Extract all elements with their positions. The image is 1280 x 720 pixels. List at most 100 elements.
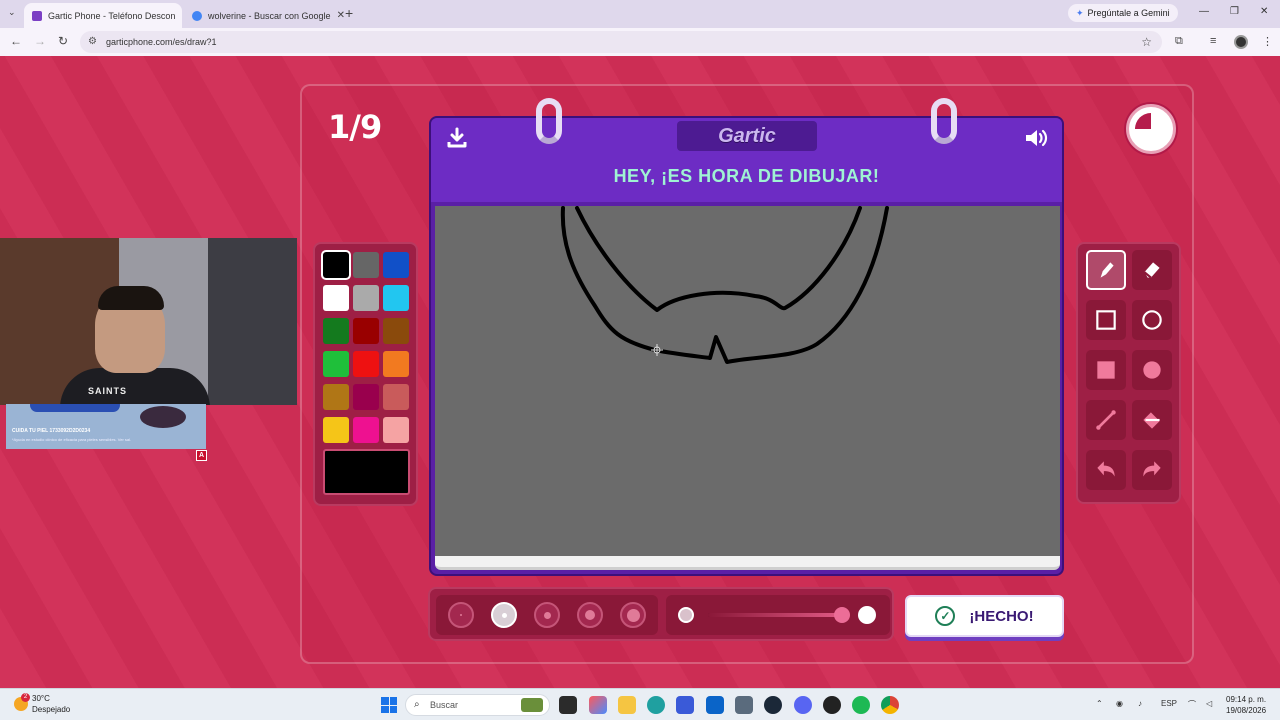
file-explorer-icon[interactable]	[618, 696, 636, 714]
browser-tab-bar: ⌄ Gartic Phone - Teléfono Descon ✕ wolve…	[0, 0, 1280, 28]
color-swatch[interactable]	[383, 351, 409, 377]
color-swatch[interactable]	[353, 318, 379, 344]
discord-icon[interactable]	[794, 696, 812, 714]
color-swatch[interactable]	[383, 417, 409, 443]
color-swatch[interactable]	[321, 250, 351, 280]
menu-kebab-icon[interactable]: ⋮	[1262, 35, 1273, 48]
weather-widget[interactable]: 2 30°C Despejado	[14, 693, 70, 715]
color-swatch[interactable]	[383, 318, 409, 344]
color-swatch[interactable]	[383, 384, 409, 410]
drawing-canvas[interactable]	[435, 206, 1060, 556]
eraser-icon[interactable]	[1132, 250, 1172, 290]
color-swatch[interactable]	[353, 252, 379, 278]
opacity-handle[interactable]	[834, 607, 850, 623]
timer-icon	[1126, 104, 1176, 154]
brush-size-group	[436, 595, 658, 635]
volume-icon[interactable]: ◁	[1206, 699, 1212, 708]
taskbar-search[interactable]: ⌕ Buscar	[405, 694, 550, 716]
profile-avatar[interactable]	[1234, 35, 1248, 49]
brush-size-3[interactable]	[534, 602, 560, 628]
headline: HEY, ¡ES HORA DE DIBUJAR!	[613, 166, 880, 186]
language-indicator[interactable]: ESP	[1161, 699, 1177, 708]
gartic-logo: Gartic	[677, 121, 817, 151]
minimize-icon[interactable]: —	[1199, 6, 1209, 17]
spotify-icon[interactable]	[852, 696, 870, 714]
color-swatch[interactable]	[323, 285, 349, 311]
opacity-fill	[708, 613, 842, 617]
done-button[interactable]: ✓ ¡HECHO!	[905, 595, 1064, 637]
site-info-icon[interactable]: ⚙	[88, 36, 97, 47]
line-icon[interactable]	[1086, 400, 1126, 440]
back-arrow-icon[interactable]: ←	[10, 34, 22, 48]
brush-size-2[interactable]	[491, 602, 517, 628]
tab-gartic[interactable]: Gartic Phone - Teléfono Descon ✕	[24, 3, 182, 28]
tab-search-chevron-icon[interactable]: ⌄	[8, 7, 16, 18]
brush-size-4[interactable]	[577, 602, 603, 628]
color-swatch[interactable]	[383, 285, 409, 311]
round-counter: 1/9	[328, 108, 382, 146]
edge-icon[interactable]	[647, 696, 665, 714]
tab-google[interactable]: wolverine - Buscar con Google ✕	[184, 3, 344, 28]
media-icon[interactable]: ≡	[1210, 35, 1216, 47]
done-label: ¡HECHO!	[969, 607, 1034, 625]
windows-taskbar: 2 30°C Despejado ⌕ Buscar ⌃ ◉ ♪ ESP ⌒ ◁ …	[0, 688, 1280, 720]
color-swatch[interactable]	[383, 252, 409, 278]
color-swatch[interactable]	[353, 285, 379, 311]
network-icon[interactable]: ◉	[1116, 699, 1123, 708]
brush-size-1[interactable]	[448, 602, 474, 628]
opacity-min-icon	[678, 607, 694, 623]
speaker-icon[interactable]	[1023, 126, 1049, 150]
reload-icon[interactable]: ↻	[58, 34, 68, 48]
redo-icon[interactable]	[1132, 450, 1172, 490]
forward-arrow-icon[interactable]: →	[34, 34, 46, 48]
close-icon[interactable]: ✕	[181, 10, 182, 21]
outlook-icon[interactable]	[706, 696, 724, 714]
clock-date: 19/08/2026	[1226, 706, 1267, 715]
check-icon: ✓	[935, 606, 956, 626]
color-swatch[interactable]	[323, 351, 349, 377]
ad-badge: A	[196, 450, 207, 461]
undo-icon[interactable]	[1086, 450, 1126, 490]
url-field[interactable]: ⚙ garticphone.com/es/draw?1 ☆	[80, 31, 1162, 53]
circle-filled-icon[interactable]	[1132, 350, 1172, 390]
restore-icon[interactable]: ❐	[1230, 6, 1239, 17]
windows-start-icon[interactable]	[381, 697, 397, 713]
store-icon[interactable]	[676, 696, 694, 714]
color-swatch[interactable]	[323, 318, 349, 344]
ad-headline: CUIDA TU PIEL 1733092D2D0234	[12, 428, 91, 434]
steam-icon[interactable]	[764, 696, 782, 714]
color-swatch[interactable]	[353, 351, 379, 377]
obs-icon[interactable]	[823, 696, 841, 714]
color-swatch[interactable]	[323, 384, 349, 410]
fill-bucket-icon[interactable]	[1132, 400, 1172, 440]
download-icon[interactable]	[445, 126, 469, 150]
color-swatch[interactable]	[353, 384, 379, 410]
close-icon[interactable]: ✕	[337, 10, 344, 21]
ad-disclaimer: *Ayuda en estudio clínico de eficacia pa…	[12, 437, 132, 442]
task-view-icon[interactable]	[559, 696, 577, 714]
color-swatch[interactable]	[353, 417, 379, 443]
clock-time: 09:14 p. m.	[1226, 695, 1267, 704]
brush-options-bar	[428, 587, 894, 641]
ad-banner[interactable]: CUIDA TU PIEL 1733092D2D0234 *Ayuda en e…	[6, 404, 206, 449]
color-swatch[interactable]	[323, 417, 349, 443]
tray-chevron-icon[interactable]: ⌃	[1096, 699, 1103, 708]
wifi-icon[interactable]: ⌒	[1188, 699, 1196, 710]
webcam-person-shirt	[60, 368, 210, 405]
new-tab-button[interactable]: +	[345, 5, 353, 21]
extensions-icon[interactable]: ⧉	[1175, 35, 1183, 48]
gemini-button[interactable]: ✦ Pregúntale a Gemini	[1068, 4, 1178, 22]
microphone-icon[interactable]: ♪	[1138, 699, 1142, 708]
snipping-tool-icon[interactable]	[735, 696, 753, 714]
pencil-icon[interactable]	[1086, 250, 1126, 290]
square-filled-icon[interactable]	[1086, 350, 1126, 390]
chrome-icon[interactable]	[881, 696, 899, 714]
square-outline-icon[interactable]	[1086, 300, 1126, 340]
system-clock[interactable]: 09:14 p. m. 19/08/2026	[1226, 694, 1266, 716]
copilot-icon[interactable]	[589, 696, 607, 714]
brush-size-5[interactable]	[620, 602, 646, 628]
opacity-slider[interactable]	[666, 595, 890, 635]
circle-outline-icon[interactable]	[1132, 300, 1172, 340]
bookmark-star-icon[interactable]: ☆	[1141, 35, 1152, 49]
close-window-icon[interactable]: ✕	[1260, 6, 1268, 17]
